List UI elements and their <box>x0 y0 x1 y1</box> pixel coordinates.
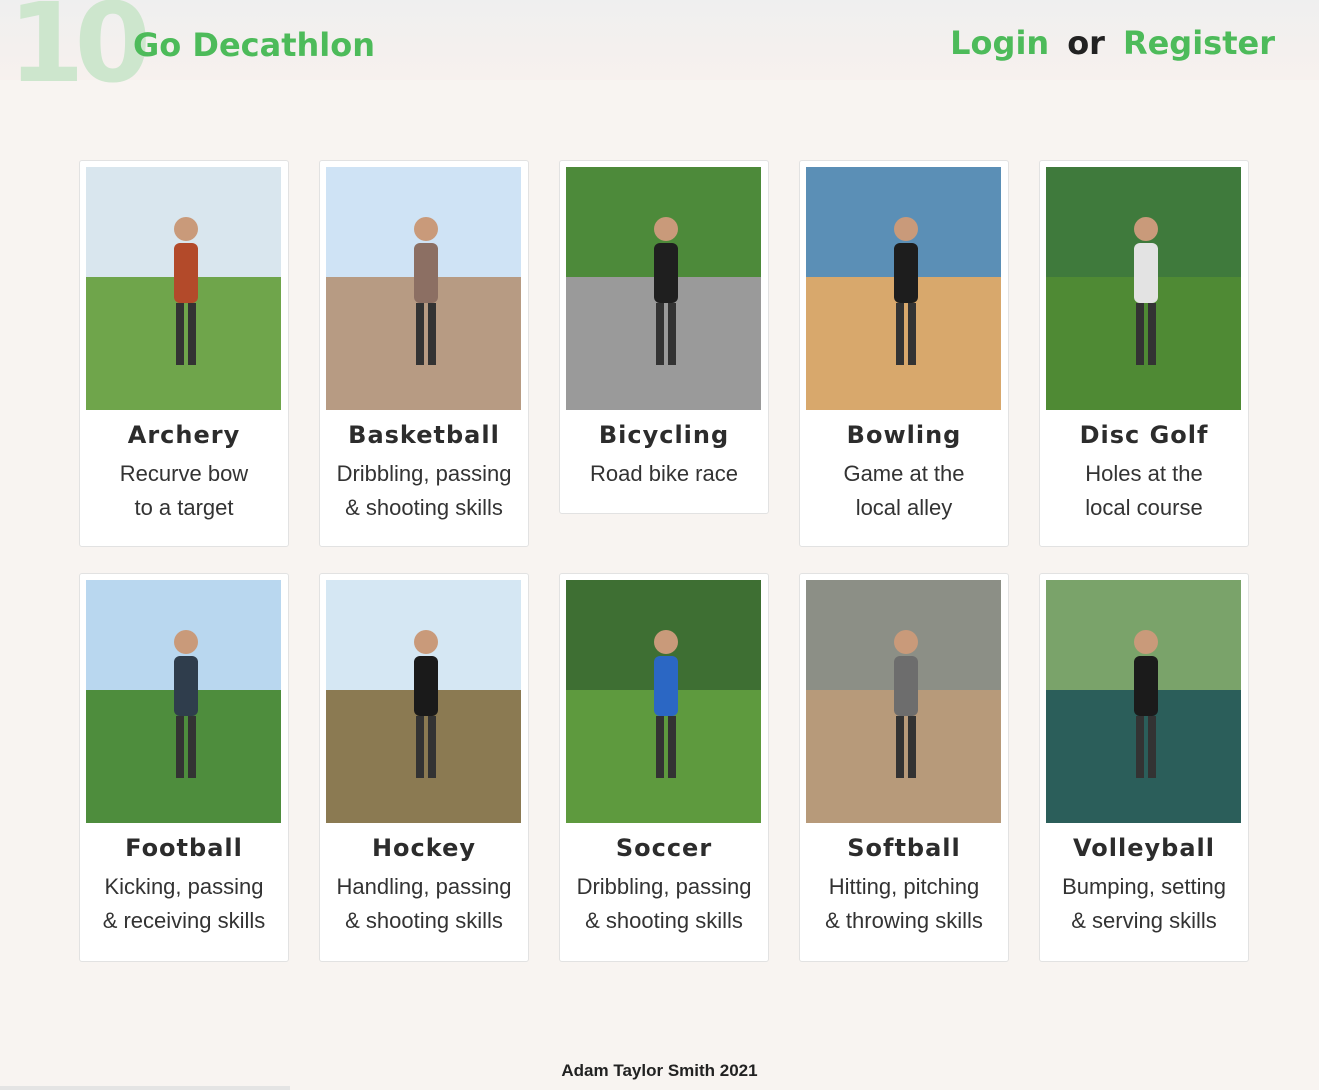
sport-photo[interactable] <box>806 580 1001 823</box>
sport-description-line1: Holes at the <box>1085 461 1203 486</box>
sport-description-line2: to a target <box>134 495 234 520</box>
sport-title[interactable]: Bowling <box>800 421 1008 449</box>
sport-title[interactable]: Bicycling <box>560 421 768 449</box>
footer-credit: Adam Taylor Smith 2021 <box>561 1061 758 1080</box>
sport-card-hockey[interactable]: Hockey Handling, passing & shooting skills <box>319 573 529 962</box>
horizontal-scrollbar[interactable] <box>0 1086 290 1090</box>
sport-card-disc-golf[interactable]: Disc Golf Holes at the local course <box>1039 160 1249 547</box>
sport-description-line1: Bumping, setting <box>1062 874 1226 899</box>
sport-description-line2: & shooting skills <box>345 908 503 933</box>
sport-title[interactable]: Football <box>80 834 288 862</box>
sport-description-line2: & shooting skills <box>345 495 503 520</box>
sport-description-line2: & receiving skills <box>102 908 266 933</box>
sport-photo[interactable] <box>1046 167 1241 410</box>
site-header: 10 Go Decathlon Login or Register <box>0 0 1319 98</box>
sport-description: Hitting, pitching & throwing skills <box>804 870 1004 938</box>
sport-description: Holes at the local course <box>1044 457 1244 525</box>
sport-description: Game at the local alley <box>804 457 1004 525</box>
sport-description-line1: Game at the <box>843 461 965 486</box>
sport-description-line1: Dribbling, passing <box>576 874 752 899</box>
sport-title[interactable]: Hockey <box>320 834 528 862</box>
sport-photo[interactable] <box>86 580 281 823</box>
or-text: or <box>1067 24 1105 62</box>
sport-description: Road bike race <box>564 457 764 491</box>
sport-title[interactable]: Disc Golf <box>1040 421 1248 449</box>
sport-photo[interactable] <box>326 167 521 410</box>
sport-description-line2: local course <box>1085 495 1203 520</box>
sport-photo[interactable] <box>1046 580 1241 823</box>
logo-mark: 10 <box>8 0 151 107</box>
sport-description-line1: Hitting, pitching <box>828 874 980 899</box>
sport-title[interactable]: Archery <box>80 421 288 449</box>
sport-card-volleyball[interactable]: Volleyball Bumping, setting & serving skil… <box>1039 573 1249 962</box>
sport-photo[interactable] <box>326 580 521 823</box>
sport-title[interactable]: Soccer <box>560 834 768 862</box>
sport-photo[interactable] <box>566 580 761 823</box>
sport-card-bowling[interactable]: Bowling Game at the local alley <box>799 160 1009 547</box>
sport-description: Handling, passing & shooting skills <box>324 870 524 938</box>
sport-description-line1: Handling, passing <box>336 874 512 899</box>
login-link[interactable]: Login <box>950 24 1049 62</box>
sport-card-archery[interactable]: Archery Recurve bow to a target <box>79 160 289 547</box>
sport-title[interactable]: Softball <box>800 834 1008 862</box>
sport-description-line1: Recurve bow <box>119 461 249 486</box>
sport-description: Kicking, passing & receiving skills <box>84 870 284 938</box>
sport-description-line1: Kicking, passing <box>104 874 264 899</box>
sport-card-softball[interactable]: Softball Hitting, pitching & throwing skil… <box>799 573 1009 962</box>
sport-description-line2: local alley <box>855 495 953 520</box>
sport-card-soccer[interactable]: Soccer Dribbling, passing & shooting skill… <box>559 573 769 962</box>
sport-title[interactable]: Basketball <box>320 421 528 449</box>
sport-description-line1: Road bike race <box>590 461 738 486</box>
sport-card-football[interactable]: Football Kicking, passing & receiving skil… <box>79 573 289 962</box>
site-title-link[interactable]: Go Decathlon <box>133 26 375 64</box>
sport-card-bicycling[interactable]: Bicycling Road bike race <box>559 160 769 514</box>
sport-description: Dribbling, passing & shooting skills <box>324 457 524 525</box>
sport-description: Bumping, setting & serving skills <box>1044 870 1244 938</box>
sport-title[interactable]: Volleyball <box>1040 834 1248 862</box>
sport-description: Recurve bow to a target <box>84 457 284 525</box>
sport-card-basketball[interactable]: Basketball Dribbling, passing & shooting s… <box>319 160 529 547</box>
sport-description-line2: & throwing skills <box>825 908 983 933</box>
sport-description-line2: & shooting skills <box>585 908 743 933</box>
sport-description: Dribbling, passing & shooting skills <box>564 870 764 938</box>
sport-description-line2: & serving skills <box>1071 908 1217 933</box>
sport-description-line1: Dribbling, passing <box>336 461 512 486</box>
sport-photo[interactable] <box>566 167 761 410</box>
sport-photo[interactable] <box>86 167 281 410</box>
sport-photo[interactable] <box>806 167 1001 410</box>
register-link[interactable]: Register <box>1123 24 1275 62</box>
auth-links: Login or Register <box>950 24 1275 62</box>
